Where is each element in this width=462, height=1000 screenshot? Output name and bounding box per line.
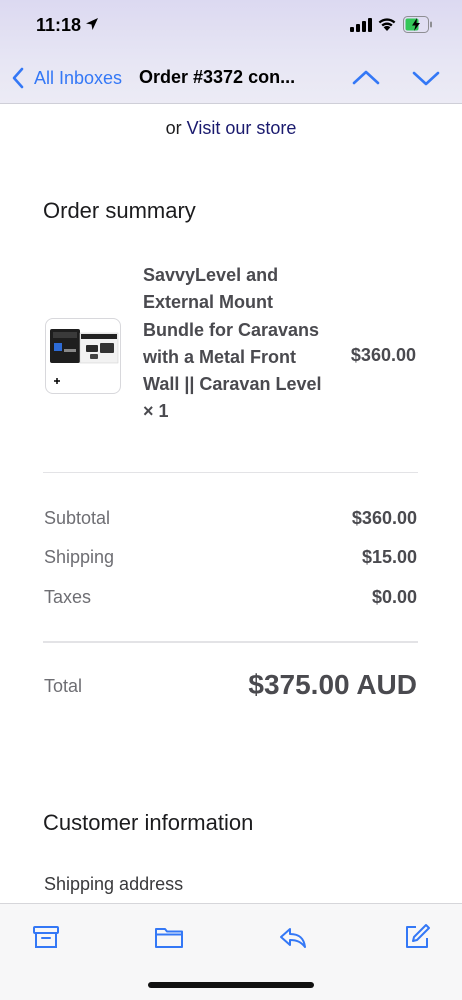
shipping-label: Shipping xyxy=(44,547,115,567)
back-button[interactable]: All Inboxes xyxy=(10,64,122,92)
taxes-label: Taxes xyxy=(44,587,92,607)
subtotal-label: Subtotal xyxy=(44,508,111,528)
total-value: $375.00 AUD xyxy=(248,669,417,700)
battery-charging-icon xyxy=(403,16,432,33)
location-arrow-icon xyxy=(86,18,98,30)
order-summary-heading: Order summary xyxy=(43,198,196,223)
total-label: Total xyxy=(44,676,83,696)
store-link-line: or Visit our store xyxy=(0,118,462,139)
email-subject-title: Order #3372 con... xyxy=(139,67,296,87)
product-name: SavvyLevel and External Mount Bundle for… xyxy=(143,265,322,422)
chevron-left-icon xyxy=(12,67,24,89)
top-bar: 11:18 All Inboxes Order #3372 con... xyxy=(0,0,462,104)
divider xyxy=(43,641,418,643)
subtotal-value: $360.00 xyxy=(351,508,417,528)
mail-nav-bar: All Inboxes Order #3372 con... xyxy=(0,56,462,100)
customer-information-heading: Customer information xyxy=(43,810,254,835)
product-image[interactable] xyxy=(45,318,121,394)
store-link-prefix: or xyxy=(165,118,182,138)
home-indicator[interactable] xyxy=(148,982,314,988)
shipping-value: $15.00 xyxy=(361,547,417,567)
product-image-graphic xyxy=(50,329,119,384)
back-button-label: All Inboxes xyxy=(34,67,123,88)
product-price: $360.00 xyxy=(350,345,416,365)
chevron-up-icon[interactable] xyxy=(350,64,382,92)
visit-store-link[interactable]: Visit our store xyxy=(187,118,297,138)
divider xyxy=(43,472,418,473)
shipping-address-label: Shipping address xyxy=(44,874,184,894)
status-bar: 11:18 xyxy=(0,0,462,52)
wifi-icon xyxy=(378,18,396,31)
archive-icon[interactable] xyxy=(31,922,61,952)
status-time: 11:18 xyxy=(36,15,82,35)
compose-icon[interactable] xyxy=(402,922,432,952)
chevron-down-icon[interactable] xyxy=(410,64,442,92)
folder-icon[interactable] xyxy=(154,922,184,952)
signal-icon xyxy=(350,18,372,32)
taxes-value: $0.00 xyxy=(371,587,417,607)
reply-icon[interactable] xyxy=(278,922,308,952)
